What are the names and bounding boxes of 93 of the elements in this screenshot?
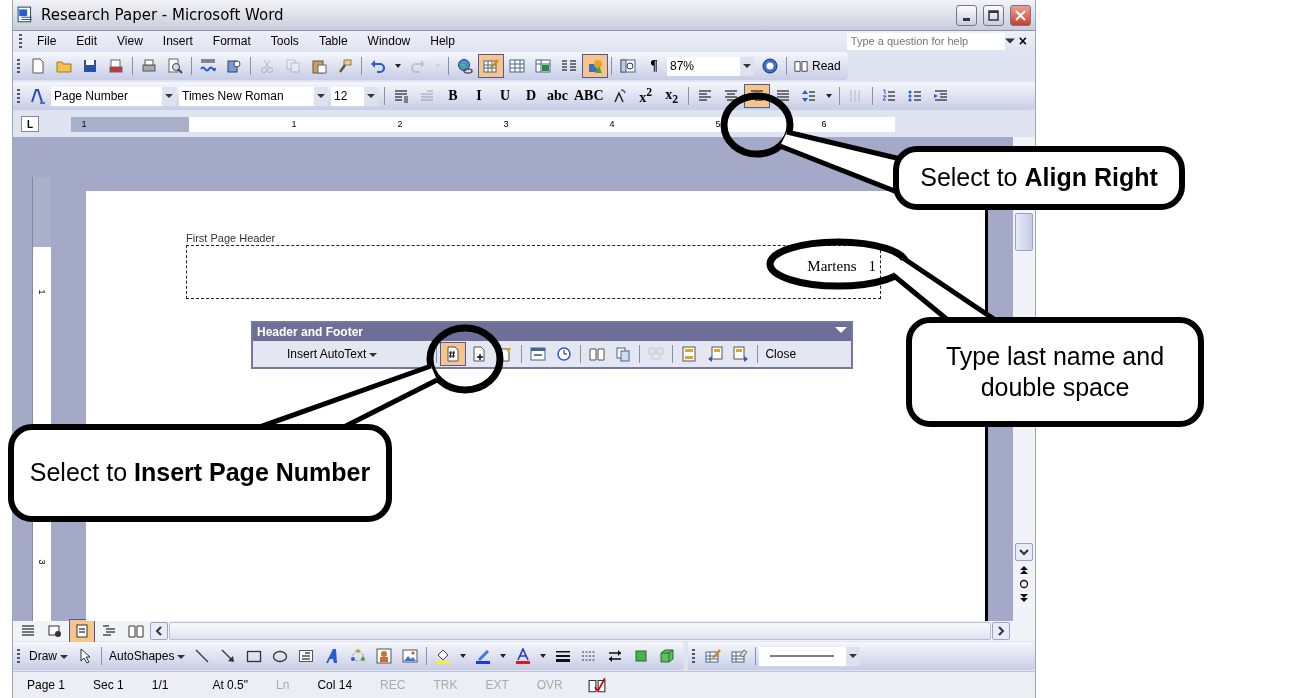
- caret-icon: [165, 93, 173, 99]
- menu-item[interactable]: File: [27, 34, 67, 48]
- window-title: Research Paper - Microsoft Word: [41, 6, 285, 24]
- caret-icon: [369, 352, 378, 358]
- caret-icon: [367, 93, 375, 99]
- minimize-icon: [963, 17, 970, 21]
- ruler-number: 3: [502, 119, 510, 129]
- header-text: Martens: [807, 258, 857, 276]
- read-button[interactable]: Read: [790, 59, 844, 73]
- print-view-icon[interactable]: [69, 619, 95, 643]
- format-glyph-button[interactable]: ABC: [571, 84, 607, 108]
- next-page-icon[interactable]: [1019, 593, 1029, 603]
- chevron-down-icon: [1019, 548, 1029, 556]
- menu-item[interactable]: Window: [357, 34, 421, 48]
- ruler-number: 4: [608, 119, 616, 129]
- chevron-right-icon: [997, 626, 1005, 636]
- status-item: 1/1: [150, 678, 170, 692]
- ruler-number: 3: [36, 559, 47, 565]
- format-glyph-button[interactable]: I: [466, 84, 492, 108]
- page-number: 1: [868, 258, 876, 276]
- format-glyph-button[interactable]: x$^{2}$: [632, 84, 659, 108]
- menu-item[interactable]: Insert: [152, 34, 203, 48]
- scroll-down-button[interactable]: [1015, 543, 1033, 561]
- menu-item[interactable]: Edit: [66, 34, 108, 48]
- ruler-number: 2: [396, 119, 404, 129]
- zoom-dropdown[interactable]: 87%: [667, 56, 755, 76]
- maximize-button[interactable]: [983, 4, 1004, 26]
- status-item: OVR: [535, 678, 564, 692]
- format-glyph-button[interactable]: U: [492, 84, 518, 108]
- status-item: Ln: [275, 678, 291, 692]
- caret-icon: [849, 653, 858, 659]
- font-size-dropdown[interactable]: 12: [331, 86, 378, 106]
- page-number-icon[interactable]: [440, 342, 467, 366]
- status-item: Sec 1: [92, 678, 125, 692]
- menu-item[interactable]: Table: [308, 34, 358, 48]
- menu-item[interactable]: Format: [202, 34, 261, 48]
- maximize-icon: [988, 9, 999, 21]
- format-glyph-button[interactable]: abc: [544, 84, 571, 108]
- format-glyph-button[interactable]: D: [518, 84, 544, 108]
- toolbar-title: Header and Footer: [257, 325, 364, 339]
- ruler-number: 1: [290, 119, 298, 129]
- menu-item[interactable]: View: [107, 34, 153, 48]
- caret-icon: [743, 63, 752, 69]
- status-item: At 0.5": [211, 678, 250, 692]
- ruler-number: 1: [80, 119, 88, 129]
- style-dropdown[interactable]: Page Number: [51, 86, 176, 106]
- header-label: First Page Header: [186, 232, 276, 244]
- callout-text: Select to Insert Page Number: [29, 457, 371, 489]
- caret-icon[interactable]: [1004, 37, 1015, 45]
- ruler-number: 5: [714, 119, 722, 129]
- spelling-book-icon: [586, 676, 607, 694]
- format-glyph-button[interactable]: B: [440, 84, 466, 108]
- browse-object-icon[interactable]: [1019, 579, 1029, 589]
- close-icon: [1015, 9, 1026, 21]
- status-item: EXT: [484, 678, 510, 692]
- autoshapes-menu-button[interactable]: AutoShapes: [105, 649, 190, 663]
- callout-text: Select to Align Right: [920, 162, 1158, 194]
- close-document-button[interactable]: ×: [1014, 33, 1035, 49]
- status-item: REC: [379, 678, 407, 692]
- caret-icon: [317, 93, 325, 99]
- cursor-arrow-icon: [77, 648, 93, 664]
- caret-icon: [177, 654, 186, 660]
- draw-menu-button[interactable]: Draw: [25, 649, 72, 663]
- menu-item[interactable]: Tools: [260, 34, 309, 48]
- horizontal-scrollbar[interactable]: [169, 622, 991, 640]
- previous-page-icon[interactable]: [1019, 565, 1029, 575]
- chevron-left-icon: [155, 626, 163, 636]
- status-item: TRK: [432, 678, 459, 692]
- ruler-number: 1: [36, 289, 47, 295]
- line-style-dropdown[interactable]: [759, 646, 861, 666]
- format-glyph-button[interactable]: x$_{2}$: [658, 84, 685, 108]
- header-area[interactable]: Martens 1: [186, 245, 881, 299]
- ruler-number: 6: [820, 119, 828, 129]
- shapes-icon[interactable]: [582, 54, 608, 78]
- scroll-thumb[interactable]: [1015, 213, 1033, 251]
- tab-selector-button[interactable]: L: [21, 116, 39, 132]
- table-pencil-icon[interactable]: [478, 54, 504, 78]
- open-book-icon: [793, 59, 810, 73]
- scroll-right-button[interactable]: [992, 622, 1010, 640]
- status-item: Col 14: [316, 678, 354, 692]
- insert-autotext-button[interactable]: Insert AutoText: [283, 347, 382, 361]
- scroll-left-button[interactable]: [150, 622, 168, 640]
- callout-text: Type last name and double space: [944, 340, 1166, 403]
- caret-icon: [60, 654, 68, 660]
- word-document-icon: [17, 6, 35, 24]
- font-dropdown[interactable]: Times New Roman: [179, 86, 328, 106]
- menu-item[interactable]: Help: [420, 34, 465, 48]
- help-search-field[interactable]: Type a question for help: [846, 32, 1005, 50]
- minimize-button[interactable]: [956, 4, 977, 26]
- status-item: Page 1: [26, 678, 67, 692]
- format-glyph-button[interactable]: ¶: [641, 54, 667, 78]
- close-button[interactable]: [1010, 4, 1031, 26]
- close-toolbar-button[interactable]: Close: [761, 347, 801, 361]
